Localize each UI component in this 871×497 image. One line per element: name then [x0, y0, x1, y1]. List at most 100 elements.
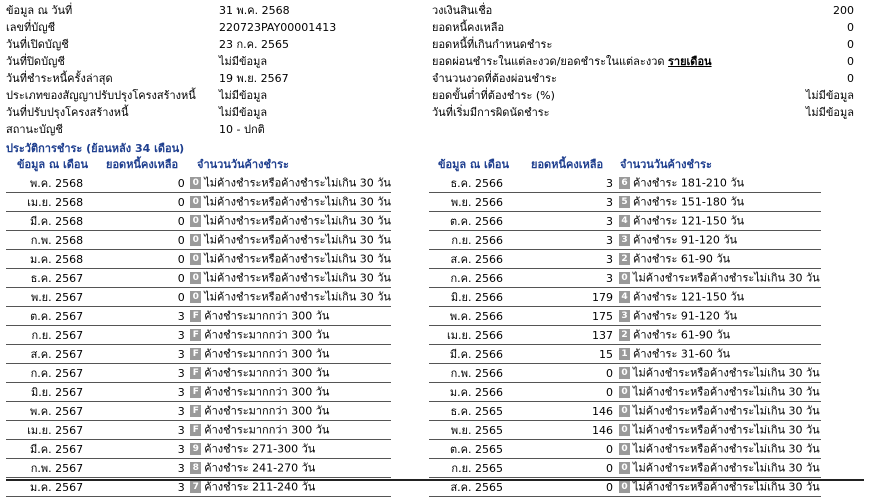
history-month: พ.ย. 2566 — [429, 192, 503, 212]
overdue-status-text: ค้างชำระมากกว่า 300 วัน — [204, 309, 330, 323]
history-month: มิ.ย. 2566 — [429, 287, 503, 307]
overdue-code-badge: 0 — [619, 386, 630, 399]
overdue-code-badge: 0 — [190, 177, 202, 190]
history-balance: 146 — [503, 401, 613, 421]
history-row: พ.ย. 2567 0 0 ไม่ค้างชำระหรือค้างชำระไม่เกิ… — [6, 287, 391, 307]
history-balance: 3 — [503, 211, 613, 231]
summary-right-value: 0 — [847, 72, 854, 85]
overdue-code-badge: 8 — [190, 462, 202, 475]
history-status-cell: F ค้างชำระมากกว่า 300 วัน — [190, 382, 391, 402]
summary-left-label: ประเภทของสัญญาปรับปรุงโครงสร้างหนี้ — [6, 89, 196, 102]
overdue-code-badge: 0 — [190, 234, 202, 247]
history-row: เม.ย. 2567 3 F ค้างชำระมากกว่า 300 วัน — [6, 420, 391, 440]
history-status-cell: F ค้างชำระมากกว่า 300 วัน — [190, 420, 391, 440]
overdue-code-badge: F — [190, 424, 202, 437]
history-row: ธ.ค. 2566 3 6 ค้างชำระ 181-210 วัน — [429, 174, 821, 193]
history-status-cell: 8 ค้างชำระ 241-270 วัน — [190, 458, 391, 478]
history-row: พ.ย. 2566 3 5 ค้างชำระ 151-180 วัน — [429, 192, 821, 212]
history-month: เม.ย. 2566 — [429, 325, 503, 345]
history-month: ก.ย. 2567 — [6, 325, 84, 345]
history-row: ก.ค. 2567 3 F ค้างชำระมากกว่า 300 วัน — [6, 363, 391, 383]
summary-right-label-text: ยอดหนี้คงเหลือ — [432, 21, 505, 34]
overdue-code-badge: 0 — [619, 443, 630, 456]
history-balance: 3 — [83, 401, 185, 421]
overdue-status-text: ค้างชำระ 31-60 วัน — [633, 347, 731, 361]
history-row: มี.ค. 2567 3 9 ค้างชำระ 271-300 วัน — [6, 439, 391, 459]
history-balance: 0 — [83, 287, 185, 307]
summary-left-value: 31 พ.ค. 2568 — [219, 4, 290, 17]
history-balance: 0 — [83, 249, 185, 269]
history-status-cell: 0 ไม่ค้างชำระหรือค้างชำระไม่เกิน 30 วัน — [190, 268, 391, 288]
overdue-status-text: ค้างชำระ 151-180 วัน — [633, 195, 745, 209]
history-row: ก.ย. 2565 0 0 ไม่ค้างชำระหรือค้างชำระไม่เกิ… — [429, 458, 821, 478]
overdue-status-text: ไม่ค้างชำระหรือค้างชำระไม่เกิน 30 วัน — [204, 290, 391, 304]
history-row: ก.พ. 2567 3 8 ค้างชำระ 241-270 วัน — [6, 458, 391, 478]
summary-left-label: วันที่เปิดบัญชี — [6, 38, 69, 51]
history-status-cell: 0 ไม่ค้างชำระหรือค้างชำระไม่เกิน 30 วัน — [619, 363, 821, 383]
payment-history-title: ประวัติการชำระ (ย้อนหลัง 34 เดือน) — [6, 142, 185, 155]
history-status-cell: 3 ค้างชำระ 91-120 วัน — [619, 230, 821, 250]
summary-right-label: วงเงินสินเชื่อ — [432, 4, 492, 18]
overdue-status-text: ค้างชำระมากกว่า 300 วัน — [204, 423, 330, 437]
history-row: พ.ค. 2568 0 0 ไม่ค้างชำระหรือค้างชำระไม่เกิ… — [6, 174, 391, 193]
history-month: ก.ค. 2567 — [6, 363, 84, 383]
history-month: ธ.ค. 2567 — [6, 268, 84, 288]
summary-left-value: 19 พ.ย. 2567 — [219, 72, 289, 85]
overdue-status-text: ค้างชำระ 91-120 วัน — [633, 309, 738, 323]
overdue-code-badge: 0 — [619, 367, 630, 380]
history-balance: 0 — [83, 174, 185, 193]
history-month: พ.ย. 2565 — [429, 420, 503, 440]
history-month: ธ.ค. 2566 — [429, 174, 503, 193]
overdue-code-badge: 4 — [619, 215, 630, 228]
overdue-code-badge: 0 — [619, 462, 630, 475]
history-month: ก.พ. 2567 — [6, 458, 84, 478]
history-row: ส.ค. 2566 3 2 ค้างชำระ 61-90 วัน — [429, 249, 821, 269]
summary-right-value: 200 — [833, 4, 854, 17]
overdue-code-badge: F — [190, 367, 202, 380]
overdue-status-text: ไม่ค้างชำระหรือค้างชำระไม่เกิน 30 วัน — [633, 442, 820, 456]
overdue-code-badge: 9 — [190, 443, 202, 456]
overdue-status-text: ค้างชำระ 271-300 วัน — [204, 442, 316, 456]
summary-right-label-text: วงเงินสินเชื่อ — [432, 4, 493, 17]
history-status-cell: 4 ค้างชำระ 121-150 วัน — [619, 287, 821, 307]
history-row: ต.ค. 2566 3 4 ค้างชำระ 121-150 วัน — [429, 211, 821, 231]
summary-left-value: 220723PAY00001413 — [219, 21, 337, 34]
overdue-code-badge: 6 — [619, 177, 630, 190]
history-row: ก.พ. 2568 0 0 ไม่ค้างชำระหรือค้างชำระไม่เกิ… — [6, 230, 391, 250]
overdue-code-badge: F — [190, 386, 202, 399]
history-month: มี.ค. 2568 — [6, 211, 84, 231]
history-month: ต.ค. 2566 — [429, 211, 503, 231]
history-balance: 0 — [503, 458, 613, 478]
summary-left-value: 23 ก.ค. 2565 — [219, 38, 289, 51]
overdue-status-text: ไม่ค้างชำระหรือค้างชำระไม่เกิน 30 วัน — [633, 271, 820, 285]
history-balance: 3 — [503, 192, 613, 212]
summary-left-value: ไม่มีข้อมูล — [219, 55, 268, 68]
overdue-code-badge: 3 — [619, 234, 630, 247]
overdue-status-text: ไม่ค้างชำระหรือค้างชำระไม่เกิน 30 วัน — [204, 233, 391, 247]
overdue-status-text: ค้างชำระมากกว่า 300 วัน — [204, 366, 330, 380]
overdue-status-text: ค้างชำระ 121-150 วัน — [633, 290, 745, 304]
summary-right-label-text: จำนวนงวดที่ต้องผ่อนชำระ — [432, 72, 557, 85]
overdue-code-badge: 0 — [190, 196, 202, 209]
history-month: มี.ค. 2566 — [429, 344, 503, 364]
overdue-code-badge: 0 — [619, 481, 630, 494]
installment-frequency-link[interactable]: รายเดือน — [668, 55, 712, 68]
overdue-status-text: ค้างชำระมากกว่า 300 วัน — [204, 404, 330, 418]
summary-right-label: ยอดขั้นต่ำที่ต้องชำระ (%) — [432, 89, 555, 103]
history-status-cell: 0 ไม่ค้างชำระหรือค้างชำระไม่เกิน 30 วัน — [619, 382, 821, 402]
summary-right-label-text: ยอดหนี้ที่เกินกำหนดชำระ — [432, 38, 553, 51]
summary-left-value: ไม่มีข้อมูล — [219, 89, 268, 102]
history-header-days-right: จำนวนวันค้างชำระ — [620, 158, 712, 171]
history-balance: 146 — [503, 420, 613, 440]
overdue-status-text: ไม่ค้างชำระหรือค้างชำระไม่เกิน 30 วัน — [204, 195, 391, 209]
history-status-cell: 0 ไม่ค้างชำระหรือค้างชำระไม่เกิน 30 วัน — [190, 174, 391, 193]
history-row: พ.ค. 2567 3 F ค้างชำระมากกว่า 300 วัน — [6, 401, 391, 421]
history-status-cell: 5 ค้างชำระ 151-180 วัน — [619, 192, 821, 212]
history-month: พ.ย. 2567 — [6, 287, 84, 307]
history-row: ธ.ค. 2565 146 0 ไม่ค้างชำระหรือค้างชำระไม่เ… — [429, 401, 821, 421]
overdue-status-text: ค้างชำระ 61-90 วัน — [633, 252, 731, 266]
history-row: ก.ย. 2567 3 F ค้างชำระมากกว่า 300 วัน — [6, 325, 391, 345]
overdue-code-badge: 0 — [190, 215, 202, 228]
history-status-cell: 6 ค้างชำระ 181-210 วัน — [619, 174, 821, 193]
summary-right-value: 0 — [847, 55, 854, 68]
